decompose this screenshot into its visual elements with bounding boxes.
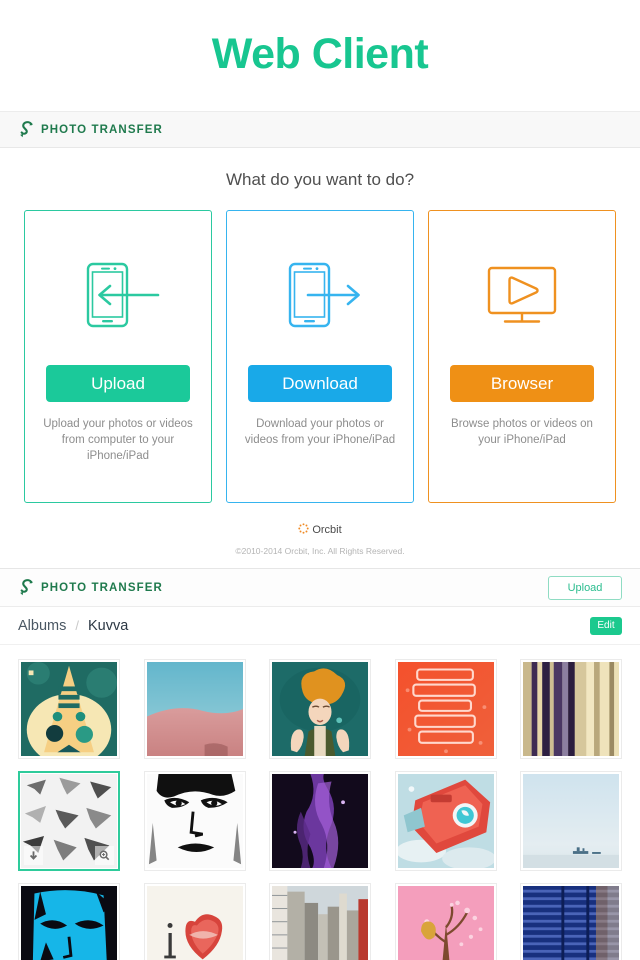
upload-card[interactable]: Upload Upload your photos or videos from… — [24, 210, 212, 503]
breadcrumb-bar: Albums / Kuvva Edit — [0, 607, 640, 645]
breadcrumb-separator: / — [75, 618, 79, 633]
transfer-s-icon — [18, 578, 34, 597]
download-arrow-icon[interactable] — [24, 846, 43, 865]
photo-thumbnail[interactable] — [18, 659, 120, 759]
photo-thumbnail[interactable] — [18, 883, 120, 960]
photo-thumbnail-selected[interactable] — [18, 771, 120, 871]
chooser-question: What do you want to do? — [225, 170, 415, 189]
copyright-text: ©2010-2014 Orcbit, Inc. All Rights Reser… — [235, 546, 405, 556]
orcbit-sun-icon — [298, 523, 310, 537]
photo-thumbnail[interactable] — [520, 659, 622, 759]
city-skyscrapers-photo — [272, 886, 368, 960]
upload-button-toolbar[interactable]: Upload — [548, 575, 622, 600]
download-card[interactable]: Download Download your photos or videos … — [226, 210, 414, 503]
phone-arrow-out-icon — [272, 249, 368, 341]
black-white-face-portrait — [146, 774, 243, 868]
orcbit-name: Orcbit — [312, 524, 342, 536]
breadcrumb: Albums / Kuvva — [18, 618, 128, 634]
web-client-chooser-window: PHOTO TRANSFER What do you want to do? U… — [0, 111, 640, 568]
photo-thumbnail[interactable] — [269, 771, 371, 871]
upload-description: Upload your photos or videos from comput… — [43, 418, 193, 462]
edit-button[interactable]: Edit — [590, 616, 622, 635]
action-cards: Upload Upload your photos or videos from… — [0, 210, 640, 503]
photo-thumbnail[interactable] — [394, 771, 497, 871]
brand-name-gallery: PHOTO TRANSFER — [41, 581, 163, 594]
phone-arrow-in-icon — [70, 249, 166, 341]
photo-thumbnail[interactable] — [143, 771, 246, 871]
photo-thumbnail[interactable] — [143, 883, 246, 960]
photo-thumbnail[interactable] — [394, 659, 497, 759]
breadcrumb-current-album[interactable]: Kuvva — [88, 618, 128, 634]
action-chooser: What do you want to do? Upload Upload yo… — [0, 148, 640, 503]
app-topbar: PHOTO TRANSFER — [0, 112, 640, 148]
transfer-s-icon — [18, 120, 34, 139]
download-description: Download your photos or videos from your… — [244, 418, 396, 446]
upload-button[interactable]: Upload — [46, 365, 190, 402]
zoom-in-icon[interactable] — [95, 846, 114, 865]
rocket-illustration — [21, 662, 117, 756]
photo-grid — [0, 645, 640, 960]
orcbit-logo: Orcbit — [298, 523, 342, 537]
breadcrumb-albums[interactable]: Albums — [18, 618, 66, 634]
brand-logo: PHOTO TRANSFER — [18, 120, 163, 139]
cyan-blue-face-portrait — [21, 886, 117, 960]
web-client-gallery-window: PHOTO TRANSFER Upload Albums / Kuvva Edi… — [0, 568, 640, 960]
pink-blossom-tree-illustration — [397, 886, 494, 960]
brand-logo-gallery: PHOTO TRANSFER — [18, 578, 163, 597]
page-title: Web Client — [211, 30, 429, 78]
photo-thumbnail[interactable] — [269, 883, 371, 960]
app-footer: Orcbit ©2010-2014 Orcbit, Inc. All Right… — [0, 503, 640, 568]
red-lips-heart-illustration — [146, 886, 243, 960]
blue-window-blinds-photo — [523, 886, 619, 960]
download-button[interactable]: Download — [248, 365, 392, 402]
photo-thumbnail[interactable] — [143, 659, 246, 759]
greyscale-birds-pattern — [21, 774, 117, 868]
pale-blue-sky-photo — [523, 774, 619, 868]
orange-hair-girl-illustration — [272, 662, 368, 756]
monitor-play-icon — [474, 249, 570, 341]
red-robot-illustration — [397, 774, 494, 868]
pink-landscape-photo — [146, 662, 243, 756]
screenshot-root: Web Client PHOTO TRANSFER What do you wa… — [0, 0, 640, 960]
brand-name: PHOTO TRANSFER — [41, 123, 163, 136]
gazed-along-the-open-road-typography — [397, 662, 494, 756]
photo-thumbnail[interactable] — [394, 883, 497, 960]
browser-card[interactable]: Browser Browse photos or videos on your … — [428, 210, 616, 503]
browser-description: Browse photos or videos on your iPhone/i… — [451, 418, 593, 446]
purple-smoke-abstract — [272, 774, 368, 868]
photo-thumbnail[interactable] — [520, 771, 622, 871]
gallery-topbar: PHOTO TRANSFER Upload — [0, 569, 640, 607]
photo-thumbnail[interactable] — [269, 659, 371, 759]
vertical-stripes-abstract — [523, 662, 619, 756]
photo-thumbnail[interactable] — [520, 883, 622, 960]
browser-button[interactable]: Browser — [450, 365, 594, 402]
